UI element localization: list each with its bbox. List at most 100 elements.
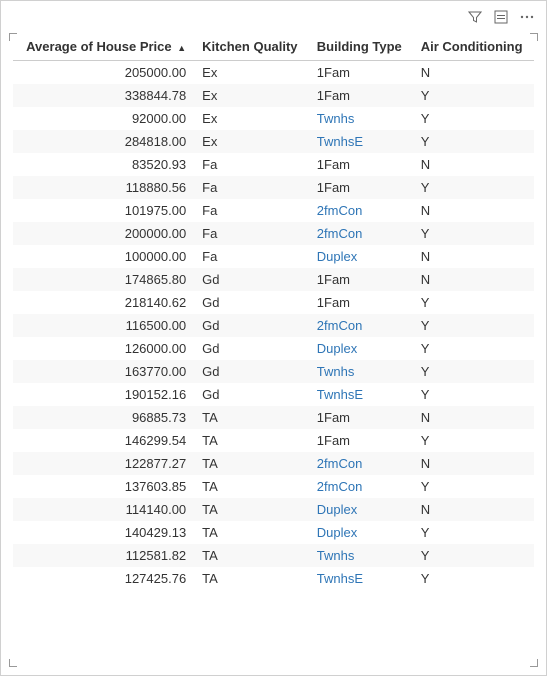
cell-kitchen-quality: Ex <box>194 130 309 153</box>
cell-building-type[interactable]: 2fmCon <box>309 222 413 245</box>
table-row: 118880.56Fa1FamY <box>13 176 534 199</box>
cell-air-conditioning: N <box>413 153 534 176</box>
data-table: Average of House Price ▲ Kitchen Quality… <box>13 33 534 590</box>
cell-kitchen-quality: Gd <box>194 337 309 360</box>
cell-air-conditioning: Y <box>413 360 534 383</box>
cell-kitchen-quality: Ex <box>194 61 309 85</box>
cell-air-conditioning: N <box>413 406 534 429</box>
cell-avg-price: 163770.00 <box>13 360 194 383</box>
cell-building-type[interactable]: Twnhs <box>309 544 413 567</box>
cell-air-conditioning: N <box>413 245 534 268</box>
cell-air-conditioning: Y <box>413 544 534 567</box>
cell-building-type: 1Fam <box>309 291 413 314</box>
table-row: 146299.54TA1FamY <box>13 429 534 452</box>
cell-air-conditioning: N <box>413 61 534 85</box>
table-wrapper: Average of House Price ▲ Kitchen Quality… <box>1 33 546 675</box>
cell-avg-price: 118880.56 <box>13 176 194 199</box>
cell-avg-price: 112581.82 <box>13 544 194 567</box>
cell-air-conditioning: Y <box>413 383 534 406</box>
cell-kitchen-quality: Fa <box>194 176 309 199</box>
cell-air-conditioning: N <box>413 498 534 521</box>
cell-building-type[interactable]: Twnhs <box>309 360 413 383</box>
cell-building-type[interactable]: TwnhsE <box>309 567 413 590</box>
cell-building-type: 1Fam <box>309 176 413 199</box>
cell-building-type[interactable]: Duplex <box>309 521 413 544</box>
corner-bracket-tl <box>9 33 17 41</box>
table-row: 122877.27TA2fmConN <box>13 452 534 475</box>
cell-avg-price: 284818.00 <box>13 130 194 153</box>
cell-avg-price: 205000.00 <box>13 61 194 85</box>
cell-avg-price: 140429.13 <box>13 521 194 544</box>
cell-avg-price: 122877.27 <box>13 452 194 475</box>
table-row: 112581.82TATwnhsY <box>13 544 534 567</box>
more-options-icon[interactable] <box>518 8 536 26</box>
cell-kitchen-quality: Gd <box>194 360 309 383</box>
cell-avg-price: 338844.78 <box>13 84 194 107</box>
cell-kitchen-quality: TA <box>194 521 309 544</box>
table-row: 163770.00GdTwnhsY <box>13 360 534 383</box>
cell-air-conditioning: Y <box>413 337 534 360</box>
corner-bracket-bl <box>9 659 17 667</box>
corner-bracket-tr <box>530 33 538 41</box>
cell-building-type[interactable]: Duplex <box>309 498 413 521</box>
cell-building-type: 1Fam <box>309 268 413 291</box>
table-row: 101975.00Fa2fmConN <box>13 199 534 222</box>
cell-building-type[interactable]: 2fmCon <box>309 475 413 498</box>
cell-air-conditioning: Y <box>413 222 534 245</box>
cell-kitchen-quality: Gd <box>194 383 309 406</box>
cell-air-conditioning: Y <box>413 567 534 590</box>
cell-air-conditioning: N <box>413 199 534 222</box>
cell-building-type: 1Fam <box>309 84 413 107</box>
table-row: 205000.00Ex1FamN <box>13 61 534 85</box>
expand-icon[interactable] <box>492 8 510 26</box>
table-row: 92000.00ExTwnhsY <box>13 107 534 130</box>
cell-building-type: 1Fam <box>309 429 413 452</box>
cell-air-conditioning: Y <box>413 130 534 153</box>
col-header-building-type: Building Type <box>309 33 413 61</box>
cell-building-type[interactable]: TwnhsE <box>309 130 413 153</box>
cell-building-type[interactable]: TwnhsE <box>309 383 413 406</box>
cell-kitchen-quality: Ex <box>194 84 309 107</box>
cell-avg-price: 137603.85 <box>13 475 194 498</box>
sort-icon: ▲ <box>177 43 186 53</box>
table-row: 100000.00FaDuplexN <box>13 245 534 268</box>
cell-building-type[interactable]: Twnhs <box>309 107 413 130</box>
cell-building-type[interactable]: Duplex <box>309 245 413 268</box>
cell-kitchen-quality: TA <box>194 567 309 590</box>
cell-kitchen-quality: TA <box>194 429 309 452</box>
main-container: Average of House Price ▲ Kitchen Quality… <box>0 0 547 676</box>
table-row: 96885.73TA1FamN <box>13 406 534 429</box>
cell-avg-price: 92000.00 <box>13 107 194 130</box>
filter-icon[interactable] <box>466 8 484 26</box>
table-row: 127425.76TATwnhsEY <box>13 567 534 590</box>
col-header-avg-price: Average of House Price ▲ <box>13 33 194 61</box>
cell-kitchen-quality: Fa <box>194 222 309 245</box>
cell-avg-price: 126000.00 <box>13 337 194 360</box>
cell-building-type[interactable]: 2fmCon <box>309 199 413 222</box>
cell-avg-price: 83520.93 <box>13 153 194 176</box>
cell-building-type[interactable]: 2fmCon <box>309 452 413 475</box>
table-row: 200000.00Fa2fmConY <box>13 222 534 245</box>
cell-kitchen-quality: Fa <box>194 153 309 176</box>
cell-air-conditioning: N <box>413 452 534 475</box>
cell-building-type: 1Fam <box>309 61 413 85</box>
cell-building-type[interactable]: Duplex <box>309 337 413 360</box>
cell-kitchen-quality: TA <box>194 544 309 567</box>
cell-avg-price: 100000.00 <box>13 245 194 268</box>
table-row: 140429.13TADuplexY <box>13 521 534 544</box>
table-row: 284818.00ExTwnhsEY <box>13 130 534 153</box>
cell-kitchen-quality: TA <box>194 406 309 429</box>
cell-avg-price: 114140.00 <box>13 498 194 521</box>
cell-building-type[interactable]: 2fmCon <box>309 314 413 337</box>
cell-avg-price: 190152.16 <box>13 383 194 406</box>
cell-air-conditioning: Y <box>413 107 534 130</box>
table-row: 114140.00TADuplexN <box>13 498 534 521</box>
table-row: 174865.80Gd1FamN <box>13 268 534 291</box>
cell-air-conditioning: Y <box>413 176 534 199</box>
cell-avg-price: 200000.00 <box>13 222 194 245</box>
table-row: 83520.93Fa1FamN <box>13 153 534 176</box>
table-header-row: Average of House Price ▲ Kitchen Quality… <box>13 33 534 61</box>
cell-kitchen-quality: Ex <box>194 107 309 130</box>
cell-kitchen-quality: Gd <box>194 291 309 314</box>
table-row: 116500.00Gd2fmConY <box>13 314 534 337</box>
